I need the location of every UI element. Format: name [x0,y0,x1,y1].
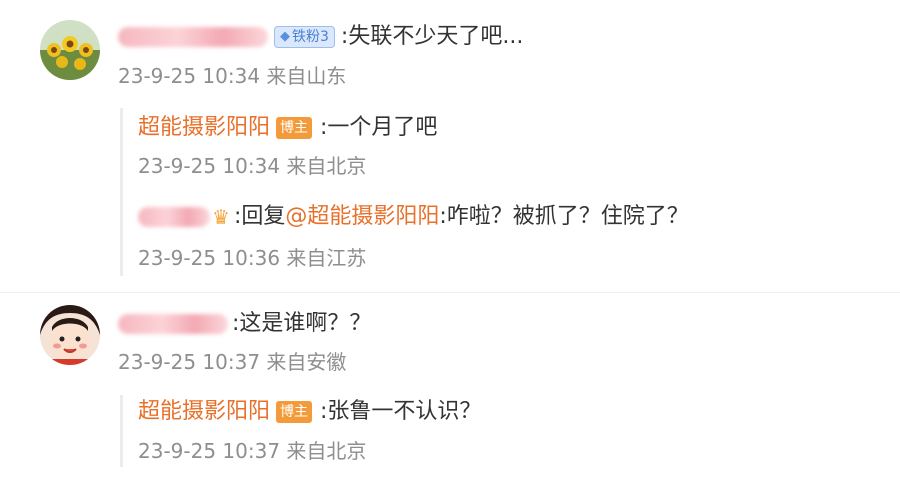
reply-text: :一个月了吧 [320,115,438,140]
username-blurred[interactable] [118,314,228,334]
user-avatar[interactable] [40,20,100,80]
username-blurred[interactable] [138,207,210,227]
reply-thread [120,395,123,467]
diamond-icon: ◆ [280,29,290,44]
comment-meta: 23-9-25 10:34 来自山东 [118,64,347,88]
user-avatar[interactable] [40,305,100,365]
blogger-badge: 博主 [276,401,313,423]
comment-text: :这是谁啊？？ [232,311,372,336]
reply-text: :咋啦？被抓了？住院了？ [439,204,689,229]
comment-text: :失联不少天了吧... [340,24,524,49]
reply-author-name[interactable]: 超能摄影阳阳 [138,398,270,426]
username-blurred[interactable] [118,27,268,47]
reply-prefix: :回复 [233,204,286,229]
reply-author-name[interactable]: 超能摄影阳阳 [138,114,270,142]
mention-link[interactable]: @超能摄影阳阳 [285,203,439,231]
reply-text: :张鲁一不认识？ [320,399,482,424]
comment-meta: 23-9-25 10:37 来自安徽 [118,350,347,374]
reply-meta: 23-9-25 10:34 来自北京 [138,154,367,178]
reply-thread [120,108,123,276]
reply-meta: 23-9-25 10:37 来自北京 [138,439,367,463]
divider [0,292,900,293]
crown-icon: ♛ [212,205,230,229]
reply-meta: 23-9-25 10:36 来自江苏 [138,246,367,270]
blogger-badge: 博主 [276,117,313,139]
fans-level-badge: ◆ 铁粉3 [274,26,335,48]
